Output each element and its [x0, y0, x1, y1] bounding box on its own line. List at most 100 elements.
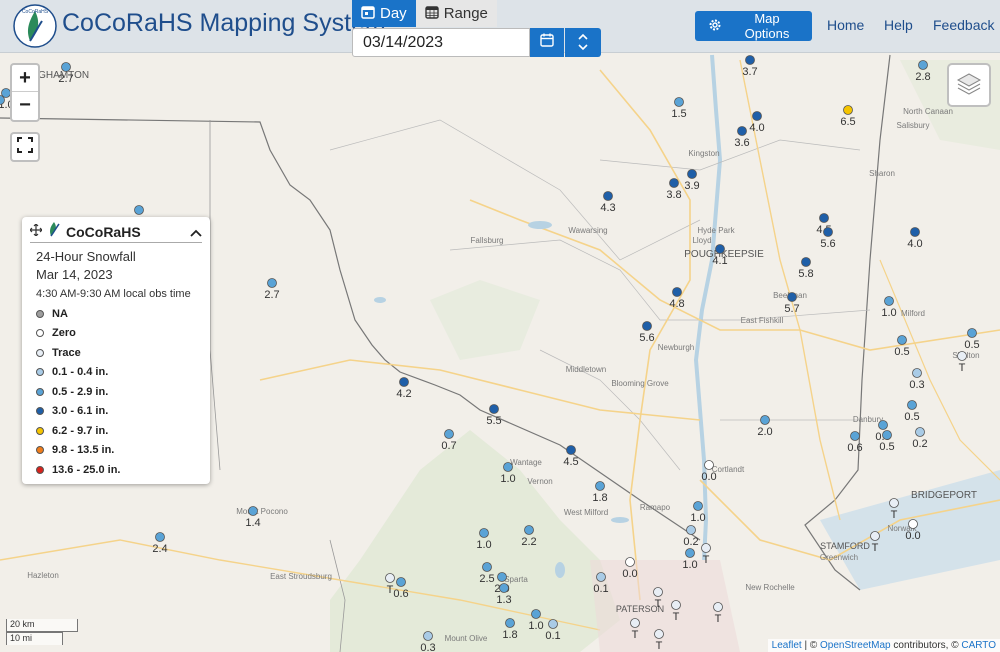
station-dot[interactable]	[674, 97, 684, 107]
station-dot[interactable]	[531, 609, 541, 619]
station-marker[interactable]	[134, 205, 144, 215]
station-dot[interactable]	[685, 548, 695, 558]
station-marker[interactable]: T	[870, 531, 880, 555]
station-marker[interactable]: T	[701, 543, 711, 567]
station-dot[interactable]	[396, 577, 406, 587]
station-dot[interactable]	[479, 528, 489, 538]
station-dot[interactable]	[669, 178, 679, 188]
station-dot[interactable]	[672, 287, 682, 297]
station-dot[interactable]	[693, 501, 703, 511]
station-dot[interactable]	[737, 126, 747, 136]
station-dot[interactable]	[671, 600, 681, 610]
station-dot[interactable]	[503, 462, 513, 472]
move-icon[interactable]	[29, 223, 43, 241]
station-dot[interactable]	[819, 213, 829, 223]
map-options-button[interactable]: Map Options	[695, 11, 812, 41]
station-dot[interactable]	[850, 431, 860, 441]
nav-feedback[interactable]: Feedback	[933, 17, 994, 33]
station-dot[interactable]	[878, 420, 888, 430]
station-dot[interactable]	[915, 427, 925, 437]
station-dot[interactable]	[715, 244, 725, 254]
station-dot[interactable]	[524, 525, 534, 535]
layers-button[interactable]	[947, 63, 991, 107]
station-dot[interactable]	[505, 618, 515, 628]
station-dot[interactable]	[134, 205, 144, 215]
station-marker[interactable]: T	[653, 587, 663, 611]
date-stepper[interactable]	[565, 28, 601, 57]
legend-brand: CoCoRaHS	[66, 223, 141, 240]
station-dot[interactable]	[603, 191, 613, 201]
station-dot[interactable]	[653, 587, 663, 597]
place-label: Kingston	[688, 149, 719, 158]
station-dot[interactable]	[884, 296, 894, 306]
station-dot[interactable]	[760, 415, 770, 425]
fullscreen-button[interactable]	[10, 132, 40, 162]
carto-link[interactable]: CARTO	[961, 640, 996, 651]
station-dot[interactable]	[595, 481, 605, 491]
station-dot[interactable]	[548, 619, 558, 629]
station-dot[interactable]	[882, 430, 892, 440]
date-picker-button[interactable]	[530, 28, 564, 57]
station-dot[interactable]	[745, 55, 755, 65]
station-dot[interactable]	[897, 335, 907, 345]
station-marker[interactable]: T	[713, 602, 723, 626]
zoom-out-button[interactable]: −	[12, 92, 38, 119]
tab-range[interactable]: Range	[415, 0, 497, 27]
station-dot[interactable]	[267, 278, 277, 288]
station-dot[interactable]	[399, 377, 409, 387]
station-marker[interactable]: T	[957, 351, 967, 375]
chevron-down-icon[interactable]	[578, 43, 588, 54]
station-dot[interactable]	[787, 292, 797, 302]
station-dot[interactable]	[907, 400, 917, 410]
station-dot[interactable]	[155, 532, 165, 542]
tab-day[interactable]: Day	[352, 0, 416, 27]
nav-home[interactable]: Home	[827, 17, 864, 33]
chevron-up-icon[interactable]	[578, 32, 588, 43]
station-dot[interactable]	[713, 602, 723, 612]
station-dot[interactable]	[967, 328, 977, 338]
station-dot[interactable]	[566, 445, 576, 455]
station-dot[interactable]	[801, 257, 811, 267]
station-dot[interactable]	[61, 62, 71, 72]
station-dot[interactable]	[687, 169, 697, 179]
nav-help[interactable]: Help	[884, 17, 913, 33]
station-dot[interactable]	[423, 631, 433, 641]
station-dot[interactable]	[596, 572, 606, 582]
station-dot[interactable]	[625, 557, 635, 567]
station-dot[interactable]	[497, 572, 507, 582]
station-marker[interactable]: T	[671, 600, 681, 624]
station-dot[interactable]	[843, 105, 853, 115]
station-dot[interactable]	[870, 531, 880, 541]
chevron-up-icon[interactable]	[190, 224, 202, 240]
station-dot[interactable]	[642, 321, 652, 331]
station-dot[interactable]	[908, 519, 918, 529]
place-label: West Milford	[564, 508, 608, 517]
zoom-in-button[interactable]: +	[12, 65, 38, 92]
osm-link[interactable]: OpenStreetMap	[820, 640, 891, 651]
station-marker[interactable]: T	[654, 629, 664, 652]
station-dot[interactable]	[918, 60, 928, 70]
station-marker[interactable]: T	[630, 618, 640, 642]
station-dot[interactable]	[630, 618, 640, 628]
station-dot[interactable]	[654, 629, 664, 639]
station-dot[interactable]	[444, 429, 454, 439]
station-dot[interactable]	[499, 583, 509, 593]
station-dot[interactable]	[889, 498, 899, 508]
station-dot[interactable]	[823, 227, 833, 237]
station-marker[interactable]: T	[889, 498, 899, 522]
station-dot[interactable]	[248, 506, 258, 516]
station-dot[interactable]	[910, 227, 920, 237]
station-dot[interactable]	[752, 111, 762, 121]
date-input[interactable]: 03/14/2023	[352, 28, 530, 57]
station-dot[interactable]	[957, 351, 967, 361]
station-dot[interactable]	[686, 525, 696, 535]
station-dot[interactable]	[912, 368, 922, 378]
station-dot[interactable]	[704, 460, 714, 470]
station-dot[interactable]	[482, 562, 492, 572]
station-dot[interactable]	[489, 404, 499, 414]
station-dot[interactable]	[385, 573, 395, 583]
station-dot[interactable]	[701, 543, 711, 553]
leaflet-link[interactable]: Leaflet	[772, 640, 802, 651]
cocorahs-logo[interactable]: CoCoRaHS	[12, 3, 58, 49]
place-label: Wawarsing	[568, 226, 607, 235]
